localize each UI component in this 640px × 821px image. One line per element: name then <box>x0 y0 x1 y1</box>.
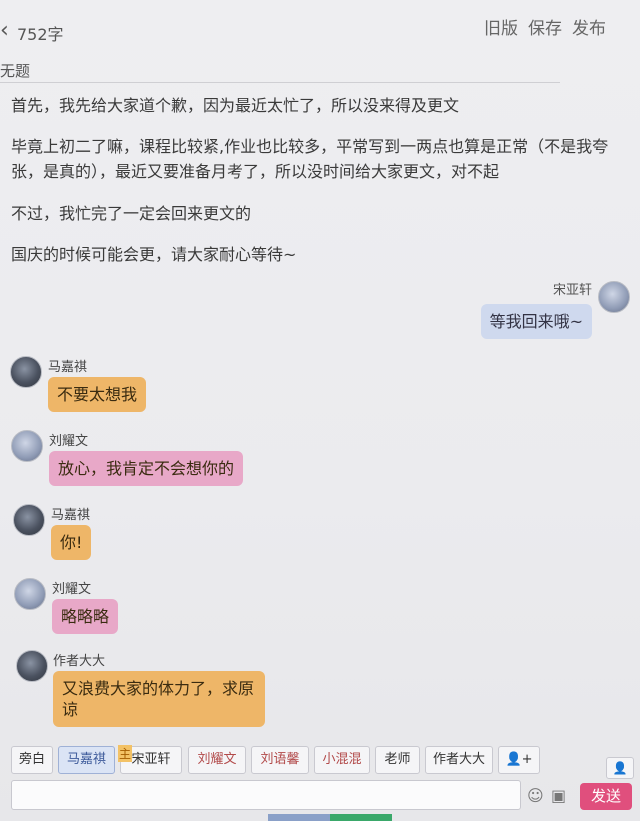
speaker-name: 马嘉祺 <box>48 360 88 375</box>
bottom-tab-strip <box>268 814 393 821</box>
word-count: 752字 <box>17 25 64 44</box>
top-bar: ‹ 752字 旧版 保存 发布 <box>0 0 640 58</box>
chat-bubble[interactable]: 略略略 <box>52 599 119 634</box>
role-selector: 旁白 马嘉祺 宋亚轩 刘耀文 刘语馨 小混混 老师 作者大大 👤+ <box>11 746 631 776</box>
avatar <box>10 356 42 388</box>
publish-button[interactable]: 发布 <box>572 14 606 39</box>
tab-indicator <box>268 814 330 821</box>
speaker-name: 马嘉祺 <box>51 508 91 523</box>
image-icon[interactable]: ▣ <box>551 786 566 805</box>
paragraph: 国庆的时候可能会更，请大家耐心等待~ <box>11 245 297 264</box>
speaker-name: 作者大大 <box>53 654 106 669</box>
title-divider <box>0 82 560 83</box>
add-person-icon: 👤+ <box>505 752 533 767</box>
role-liu-yaowen[interactable]: 刘耀文 <box>188 746 246 774</box>
person-icon[interactable]: 👤 <box>606 757 634 779</box>
role-author[interactable]: 作者大大 <box>425 746 493 774</box>
avatar <box>14 578 46 610</box>
main-character-mark: 主 <box>118 745 133 762</box>
smiley-icon[interactable]: ☺ <box>527 786 544 805</box>
avatar <box>598 281 630 313</box>
chat-bubble[interactable]: 等我回来哦~ <box>480 304 592 339</box>
tab-indicator <box>330 814 392 821</box>
message-input[interactable] <box>11 780 521 810</box>
chat-bubble[interactable]: 你! <box>51 525 92 560</box>
chat-bubble[interactable]: 放心，我肯定不会想你的 <box>49 451 244 486</box>
speaker-name: 刘耀文 <box>49 434 89 449</box>
avatar <box>16 650 48 682</box>
chapter-title[interactable]: 无题 <box>0 60 30 81</box>
old-version-button[interactable]: 旧版 <box>484 14 518 39</box>
editor-screen: ‹ 752字 旧版 保存 发布 无题 首先，我先给大家道个歉，因为最近太忙了，所… <box>0 0 640 821</box>
role-xiao-hunhun[interactable]: 小混混 <box>314 746 370 774</box>
paragraph: 不过，我忙完了一定会回来更文的 <box>11 204 252 223</box>
add-role-button[interactable]: 👤+ <box>498 746 540 774</box>
role-narrator[interactable]: 旁白 <box>11 746 53 774</box>
header-actions: 旧版 保存 发布 <box>484 14 606 39</box>
save-button[interactable]: 保存 <box>528 14 562 39</box>
paragraph: 毕竟上初二了嘛，课程比较紧,作业也比较多，平常写到一两点也算是正常（不是我夸张，… <box>11 137 609 181</box>
avatar <box>13 504 45 536</box>
speaker-name: 宋亚轩 <box>552 283 592 298</box>
paragraph: 首先，我先给大家道个歉，因为最近太忙了，所以没来得及更文 <box>11 96 460 115</box>
send-button[interactable]: 发送 <box>580 783 632 810</box>
avatar <box>11 430 43 462</box>
role-teacher[interactable]: 老师 <box>375 746 420 774</box>
chat-bubble[interactable]: 不要太想我 <box>48 377 147 412</box>
speaker-name: 刘耀文 <box>52 582 92 597</box>
role-ma-jiaqi[interactable]: 马嘉祺 <box>58 746 115 774</box>
chevron-left-icon[interactable]: ‹ <box>0 18 9 43</box>
chat-bubble[interactable]: 又浪费大家的体力了，求原谅 <box>53 671 265 727</box>
role-liu-yuxin[interactable]: 刘语馨 <box>251 746 309 774</box>
